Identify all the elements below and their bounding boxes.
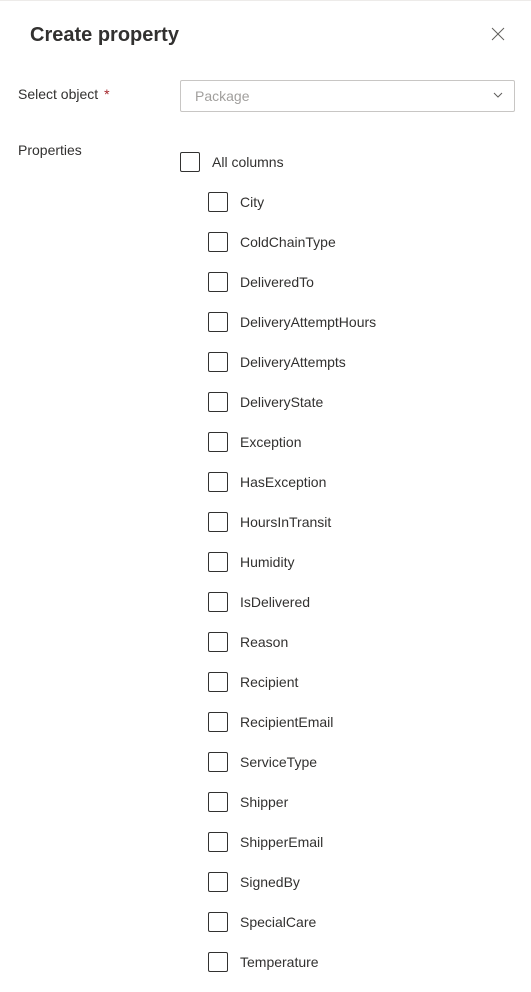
property-label: City bbox=[240, 194, 264, 210]
property-label: ShipperEmail bbox=[240, 834, 323, 850]
property-label: HoursInTransit bbox=[240, 514, 331, 530]
panel-header: Create property bbox=[0, 1, 531, 70]
checkbox-property[interactable] bbox=[208, 672, 228, 692]
property-item: ShipperEmail bbox=[180, 822, 515, 862]
checkbox-property[interactable] bbox=[208, 632, 228, 652]
property-item: SpecialCare bbox=[180, 902, 515, 942]
property-label: Shipper bbox=[240, 794, 288, 810]
property-label: Humidity bbox=[240, 554, 294, 570]
checkbox-property[interactable] bbox=[208, 312, 228, 332]
checkbox-property[interactable] bbox=[208, 792, 228, 812]
select-object-row: Select object * Package bbox=[0, 70, 531, 122]
checkbox-property[interactable] bbox=[208, 712, 228, 732]
checkbox-property[interactable] bbox=[208, 432, 228, 452]
checkbox-property[interactable] bbox=[208, 352, 228, 372]
checkbox-property[interactable] bbox=[208, 232, 228, 252]
property-label: Recipient bbox=[240, 674, 298, 690]
property-label: DeliveryAttempts bbox=[240, 354, 346, 370]
property-item: Exception bbox=[180, 422, 515, 462]
property-item: ServiceType bbox=[180, 742, 515, 782]
checkbox-property[interactable] bbox=[208, 472, 228, 492]
property-label: SignedBy bbox=[240, 874, 300, 890]
properties-list: All columns City ColdChainType DeliveredTo… bbox=[180, 142, 515, 982]
property-item: HoursInTransit bbox=[180, 502, 515, 542]
checkbox-property[interactable] bbox=[208, 872, 228, 892]
property-label: ServiceType bbox=[240, 754, 317, 770]
property-label: RecipientEmail bbox=[240, 714, 333, 730]
property-item: HasException bbox=[180, 462, 515, 502]
panel-title: Create property bbox=[30, 24, 179, 47]
select-object-placeholder: Package bbox=[195, 88, 249, 104]
property-item: DeliveredTo bbox=[180, 262, 515, 302]
property-item: ColdChainType bbox=[180, 222, 515, 262]
property-item: DeliveryState bbox=[180, 382, 515, 422]
property-label: ColdChainType bbox=[240, 234, 336, 250]
properties-label: Properties bbox=[18, 142, 180, 158]
checkbox-property[interactable] bbox=[208, 392, 228, 412]
create-property-panel: Create property Select object * Package bbox=[0, 0, 531, 992]
checkbox-property[interactable] bbox=[208, 552, 228, 572]
property-label: IsDelivered bbox=[240, 594, 310, 610]
property-item: IsDelivered bbox=[180, 582, 515, 622]
property-label-all-columns: All columns bbox=[212, 154, 284, 170]
property-item: Humidity bbox=[180, 542, 515, 582]
property-label: SpecialCare bbox=[240, 914, 316, 930]
property-label: DeliveredTo bbox=[240, 274, 314, 290]
property-item: DeliveryAttempts bbox=[180, 342, 515, 382]
property-item: Shipper bbox=[180, 782, 515, 822]
property-label: HasException bbox=[240, 474, 326, 490]
property-label: Reason bbox=[240, 634, 288, 650]
property-item: Temperature bbox=[180, 942, 515, 982]
property-item: RecipientEmail bbox=[180, 702, 515, 742]
select-object-dropdown[interactable]: Package bbox=[180, 80, 515, 112]
checkbox-property[interactable] bbox=[208, 752, 228, 772]
checkbox-property[interactable] bbox=[208, 512, 228, 532]
property-item: SignedBy bbox=[180, 862, 515, 902]
property-item: Recipient bbox=[180, 662, 515, 702]
close-button[interactable] bbox=[485, 21, 511, 50]
checkbox-property[interactable] bbox=[208, 832, 228, 852]
property-item: DeliveryAttemptHours bbox=[180, 302, 515, 342]
property-label: DeliveryState bbox=[240, 394, 323, 410]
select-object-label: Select object * bbox=[18, 80, 180, 102]
select-object-label-text: Select object bbox=[18, 86, 98, 102]
required-indicator: * bbox=[104, 86, 109, 102]
close-icon bbox=[491, 27, 505, 44]
property-label: Temperature bbox=[240, 954, 319, 970]
property-item: Reason bbox=[180, 622, 515, 662]
checkbox-property[interactable] bbox=[208, 272, 228, 292]
property-item: City bbox=[180, 182, 515, 222]
checkbox-property[interactable] bbox=[208, 592, 228, 612]
checkbox-property[interactable] bbox=[208, 192, 228, 212]
checkbox-property[interactable] bbox=[208, 952, 228, 972]
properties-row: Properties All columns City ColdChainType… bbox=[0, 122, 531, 992]
checkbox-property[interactable] bbox=[208, 912, 228, 932]
property-all-columns: All columns bbox=[180, 142, 515, 182]
checkbox-all-columns[interactable] bbox=[180, 152, 200, 172]
chevron-down-icon bbox=[492, 88, 504, 104]
property-label: Exception bbox=[240, 434, 301, 450]
property-label: DeliveryAttemptHours bbox=[240, 314, 376, 330]
select-object-control: Package bbox=[180, 80, 515, 112]
